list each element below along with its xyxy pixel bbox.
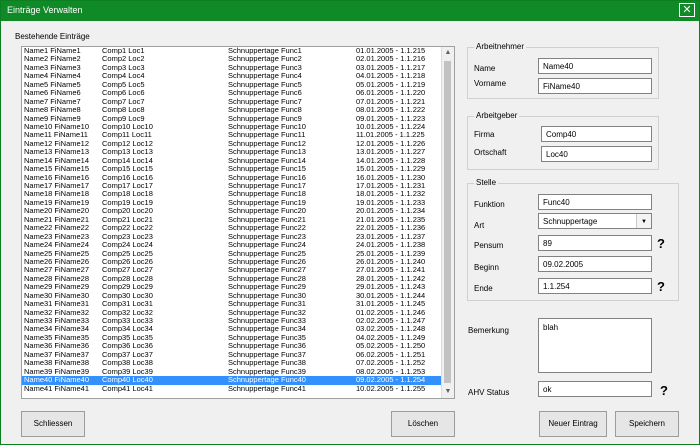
ortschaft-field[interactable]: Loc40 [541, 146, 652, 162]
name-field[interactable]: Name40 [538, 58, 652, 74]
scroll-down-icon[interactable]: ▼ [442, 386, 454, 398]
list-scrollbar[interactable]: ▲ ▼ [441, 47, 454, 398]
vorname-label: Vorname [474, 79, 507, 88]
scroll-up-icon[interactable]: ▲ [442, 47, 454, 59]
close-button[interactable]: ✕ [679, 3, 695, 17]
arbeitnehmer-legend: Arbeitnehmer [474, 42, 527, 51]
ahv-field[interactable]: ok [538, 381, 652, 397]
manage-entries-window: Einträge Verwalten ✕ Bestehende Einträge… [0, 0, 700, 445]
ende-help-icon[interactable]: ? [657, 279, 665, 294]
row-name: Name41 FiName41 [24, 383, 90, 393]
pensum-label: Pensum [474, 241, 504, 250]
ortschaft-label: Ortschaft [474, 148, 507, 157]
funktion-field[interactable]: Func40 [538, 194, 652, 210]
speichern-button[interactable]: Speichern [615, 411, 679, 437]
art-label: Art [474, 221, 485, 230]
bemerkung-label: Bemerkung [468, 326, 509, 335]
firma-label: Firma [474, 130, 495, 139]
ahv-label: AHV Status [468, 388, 510, 397]
beginn-label: Beginn [474, 263, 499, 272]
row-function: Schnuppertage Func41 [228, 383, 306, 393]
title-bar: Einträge Verwalten ✕ [1, 1, 699, 21]
pensum-field[interactable]: 89 [538, 235, 652, 251]
entries-listbox[interactable]: Name1 FiName1 Comp1 Loc1 Schnuppertage Fun… [21, 46, 455, 399]
ende-field[interactable]: 1.1.254 [538, 278, 652, 294]
window-title: Einträge Verwalten [7, 5, 83, 15]
funktion-label: Funktion [474, 200, 505, 209]
scroll-thumb[interactable] [444, 61, 451, 383]
vorname-field[interactable]: FiName40 [538, 78, 652, 94]
stelle-legend: Stelle [474, 178, 499, 187]
ende-label: Ende [474, 284, 493, 293]
list-label: Bestehende Einträge [15, 32, 90, 41]
loeschen-button[interactable]: Löschen [391, 411, 455, 437]
pensum-help-icon[interactable]: ? [657, 236, 665, 251]
dropdown-arrow-icon[interactable]: ▼ [636, 214, 651, 228]
art-dropdown[interactable]: Schnuppertage ▼ [538, 213, 652, 229]
list-item[interactable]: Name41 FiName41 Comp41 Loc41 Schnuppertage… [22, 383, 443, 393]
row-period: 10.02.2005 - 1.1.255 [356, 383, 426, 393]
firma-field[interactable]: Comp40 [541, 126, 652, 142]
bemerkung-textarea[interactable]: blah [538, 318, 652, 373]
schliessen-button[interactable]: Schliessen [21, 411, 85, 437]
beginn-field[interactable]: 09.02.2005 [538, 256, 652, 272]
ahv-help-icon[interactable]: ? [660, 383, 668, 398]
art-value: Schnuppertage [543, 217, 598, 226]
entries-rows: Name1 FiName1 Comp1 Loc1 Schnuppertage Fun… [22, 47, 443, 393]
neuer-eintrag-button[interactable]: Neuer Eintrag [539, 411, 607, 437]
name-label: Name [474, 64, 496, 73]
arbeitgeber-legend: Arbeitgeber [474, 111, 520, 120]
row-company: Comp41 Loc41 [102, 383, 153, 393]
